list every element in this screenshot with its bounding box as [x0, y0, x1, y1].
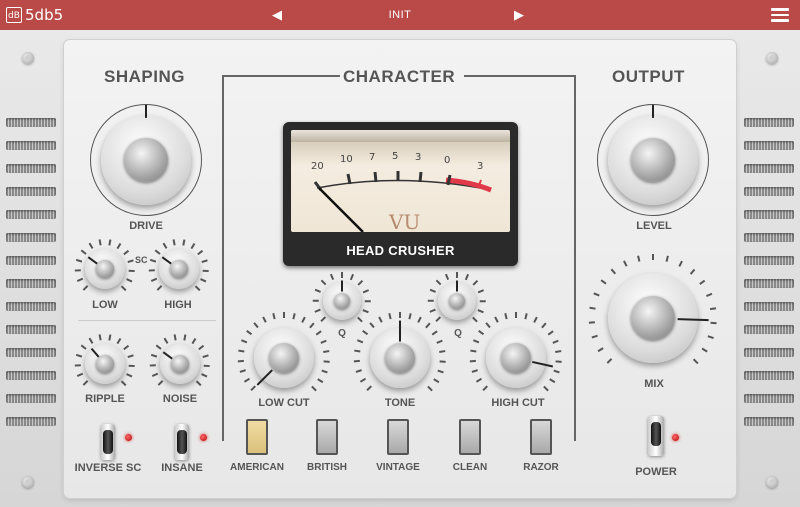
- db-logo-icon: dB: [6, 7, 22, 23]
- vent-slot: [744, 256, 794, 265]
- vent-slot: [744, 325, 794, 334]
- mode-label-razor: RAZOR: [523, 462, 559, 473]
- mode-button-clean[interactable]: [459, 419, 481, 455]
- vent-slot: [6, 371, 56, 380]
- vent-slot: [744, 187, 794, 196]
- app-logo: dB 5db5: [6, 6, 63, 24]
- inverse-sc-led: [125, 434, 132, 441]
- insane-label: INSANE: [161, 462, 203, 474]
- vent-slot: [6, 348, 56, 357]
- vent-slot: [6, 164, 56, 173]
- vent-slot: [6, 256, 56, 265]
- shaping-divider: [78, 320, 216, 321]
- screw-icon: [766, 476, 778, 488]
- hamburger-menu-icon[interactable]: [771, 8, 789, 22]
- character-title: CHARACTER: [343, 67, 456, 86]
- mode-label-british: BRITISH: [307, 462, 347, 473]
- vu-tick-label: 5: [392, 151, 399, 162]
- mode-label-american: AMERICAN: [230, 462, 284, 473]
- screw-icon: [22, 52, 34, 64]
- vent-slot: [744, 164, 794, 173]
- screw-icon: [766, 52, 778, 64]
- high-knob[interactable]: [149, 239, 209, 291]
- power-led: [672, 434, 679, 441]
- vent-slot: [744, 302, 794, 311]
- mix-knob[interactable]: [589, 254, 717, 374]
- preset-name[interactable]: INIT: [350, 9, 450, 21]
- meter-name: HEAD CRUSHER: [346, 243, 455, 258]
- low-cut-label: LOW CUT: [258, 397, 310, 409]
- high-cut-label: HIGH CUT: [491, 397, 545, 409]
- top-bar: dB 5db5 ◀ INIT ▶: [0, 0, 800, 30]
- output-title: OUTPUT: [612, 67, 685, 86]
- shaping-title: SHAPING: [104, 67, 185, 86]
- insane-toggle[interactable]: [175, 424, 189, 460]
- vu-tick-label: 10: [340, 154, 353, 165]
- mode-button-vintage[interactable]: [387, 419, 409, 455]
- mix-label: MIX: [644, 378, 664, 390]
- vu-tick-label: 3: [477, 161, 484, 172]
- vent-slot: [744, 118, 794, 127]
- vu-meter-face: 20 10 7 5 3 0 3 VU: [291, 130, 510, 232]
- low-cut-knob[interactable]: [238, 312, 330, 396]
- low-knob[interactable]: [75, 239, 135, 291]
- vent-slot: [744, 348, 794, 357]
- power-label: POWER: [635, 466, 677, 478]
- vent-slot: [744, 371, 794, 380]
- vent-slot: [6, 302, 56, 311]
- high-label: HIGH: [164, 299, 192, 311]
- vent-slot: [744, 394, 794, 403]
- previous-preset-button[interactable]: ◀: [272, 7, 282, 23]
- vent-slot: [6, 325, 56, 334]
- tone-label: TONE: [384, 397, 416, 409]
- insane-led: [200, 434, 207, 441]
- vu-tick-label: 20: [311, 161, 324, 172]
- ripple-knob[interactable]: [75, 334, 135, 386]
- vent-slot: [6, 233, 56, 242]
- vent-slot: [6, 394, 56, 403]
- vent-slot: [6, 141, 56, 150]
- vent-slot: [6, 279, 56, 288]
- vu-tick-label: 0: [444, 155, 451, 166]
- high-q-knob[interactable]: [428, 272, 486, 323]
- mode-button-american[interactable]: [246, 419, 268, 455]
- tone-knob[interactable]: [354, 312, 446, 396]
- vu-tick-label: 3: [415, 152, 422, 163]
- vent-slot: [744, 210, 794, 219]
- vu-needle: [318, 187, 364, 232]
- mode-button-razor[interactable]: [530, 419, 552, 455]
- level-knob[interactable]: [597, 103, 709, 216]
- app-name: 5db5: [25, 6, 64, 24]
- next-preset-button[interactable]: ▶: [514, 7, 524, 23]
- mode-label-clean: CLEAN: [452, 462, 488, 473]
- vent-slot: [744, 233, 794, 242]
- vu-tick-label: 7: [369, 152, 376, 163]
- noise-knob[interactable]: [150, 334, 210, 386]
- vent-slot: [6, 187, 56, 196]
- inverse-sc-toggle[interactable]: [101, 424, 115, 460]
- vu-text: VU: [389, 210, 421, 232]
- low-q-knob[interactable]: [313, 272, 371, 323]
- sc-label: SC: [135, 255, 148, 265]
- vent-slot: [6, 417, 56, 426]
- noise-label: NOISE: [162, 393, 198, 405]
- vent-slot: [744, 141, 794, 150]
- level-label: LEVEL: [636, 220, 672, 232]
- mode-button-british[interactable]: [316, 419, 338, 455]
- mode-label-vintage: VINTAGE: [376, 462, 420, 473]
- vent-slot: [744, 279, 794, 288]
- power-toggle[interactable]: [648, 416, 664, 456]
- vu-meter: 20 10 7 5 3 0 3 VU HEAD CRUSHER: [283, 122, 518, 266]
- vent-slot: [744, 417, 794, 426]
- drive-knob[interactable]: [90, 103, 202, 216]
- vent-slot: [6, 210, 56, 219]
- drive-label: DRIVE: [129, 220, 163, 232]
- vent-slot: [6, 118, 56, 127]
- high-cut-knob[interactable]: [470, 312, 562, 396]
- screw-icon: [22, 476, 34, 488]
